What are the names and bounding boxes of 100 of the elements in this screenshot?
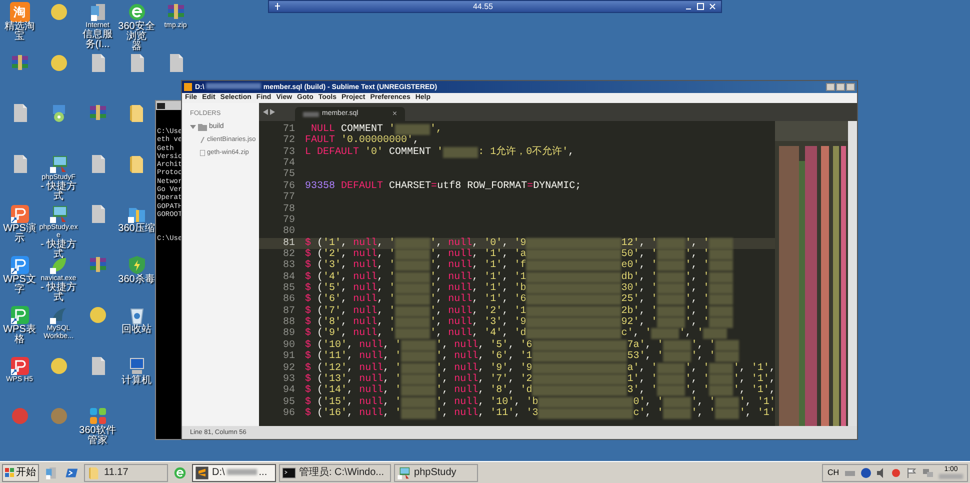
minimize-button[interactable] (826, 83, 835, 91)
taskbar-button[interactable]: phpStudy (394, 464, 478, 482)
sublime-icon (195, 466, 209, 480)
line-number: 94 (282, 385, 296, 397)
code-line: $ ('3', null, ' ', null, '1', 'f e0', ' ', ' (301, 260, 734, 272)
line-number: 78 (282, 204, 296, 215)
code-line: $ ('2', null, ' ', null, '1', 'a 50', ' ', ' (301, 248, 734, 260)
line-number: 80 (282, 226, 296, 238)
speaker-icon[interactable] (877, 468, 885, 478)
close-button[interactable] (846, 83, 855, 91)
line-number: 73 (282, 146, 296, 158)
right-arrow-icon[interactable] (270, 109, 275, 115)
pin-icon[interactable] (273, 2, 282, 11)
code-line: $ ('8', null, ' ', null, '3', '9 92', ' ', ' (301, 317, 734, 328)
browser-icon (126, 2, 146, 22)
line-number: 86 (282, 294, 296, 306)
zip-file-icon (200, 150, 205, 156)
blurred-date (939, 474, 963, 479)
code-line: $ ('16', null, ' ', null, '11', '3 c', ' ', ' ', '1' (304, 408, 775, 420)
line-number: 77 (282, 192, 296, 204)
code-line: $ ('6', null, ' ', null, '1', '6 25', ' ', ' (301, 294, 734, 306)
code-line: $ ('1', null, ' ', null, '0', '9 12', ' ', ' (301, 238, 734, 249)
line-number: 96 (282, 408, 296, 420)
clover-icon (88, 406, 108, 426)
monitor-app-icon (397, 466, 412, 480)
windows-flag-icon (5, 468, 15, 478)
icon-label: - 快捷方式 (39, 240, 78, 260)
icon-label: - 快捷方式 (39, 182, 78, 202)
code-line: $ ('15', null, ' ', null, '10', 'b 0', ' ', ' ', '1' (304, 396, 775, 408)
line-number: 79 (282, 214, 296, 226)
code-line: $ ('7', null, ' ', null, '2', '1 2b', ' ', ' (301, 306, 734, 318)
taskbar-button[interactable]: 管理员: C:\Windo... (279, 464, 392, 482)
line-number: 85 (282, 283, 296, 294)
code-line: L DEFAULT '0' COMMENT ' : 1允许，0不允许', (304, 146, 574, 158)
line-number: 93 (282, 374, 296, 385)
code-line: $ ('10', null, ' ', null, '5', '6 7a', ' ', ' (301, 340, 740, 352)
sublime-icon (184, 83, 192, 91)
code-line: $ ('13', null, ' ', null, '7', '2 1', ' ', ' ', '1', (304, 374, 775, 385)
icon-label: 计算机 (120, 376, 152, 386)
browser-icon (173, 466, 187, 480)
monitor-app-icon (48, 204, 68, 224)
script-file-icon (200, 137, 205, 144)
icon-label: 精选淘宝 (4, 22, 36, 42)
icon-label: WPS表格 (2, 325, 37, 345)
icon-label: WPS文字 (2, 274, 37, 294)
left-arrow-icon[interactable] (263, 109, 268, 115)
icon-label: 360杀毒 (117, 274, 156, 284)
maximize-button[interactable] (836, 83, 845, 91)
code-line: $ ('5', null, ' ', null, '1', 'b 30', ' ', ' (301, 283, 734, 294)
line-number: 81 (282, 238, 296, 249)
line-number: 75 (282, 169, 296, 181)
icon-label: 360压缩 (117, 224, 156, 234)
icon-label: 信息服务(I... (82, 30, 114, 50)
dolphin-icon (48, 305, 68, 325)
line-number: 88 (282, 317, 296, 328)
restore-icon[interactable] (696, 2, 705, 11)
language-indicator[interactable]: CH (827, 466, 839, 478)
taskbar-button[interactable]: 11.17 (84, 464, 168, 482)
start-button[interactable]: 开始 (2, 464, 39, 482)
archive-icon (88, 103, 108, 123)
line-number: 74 (282, 158, 296, 170)
code-line: $ ('12', null, ' ', null, '9', '9 a', ' ', ' ', '1', (304, 362, 775, 374)
code-line: 93358 DEFAULT CHARSET=utf8 ROW_FORMAT=DYNAMIC; (304, 180, 582, 192)
expanded-caret-icon[interactable] (190, 124, 196, 130)
icon-label: 器 (130, 42, 142, 52)
icon-label: WPS演示 (2, 224, 37, 244)
taskbar-button[interactable]: D:\ ... (192, 464, 276, 482)
line-number: 72 (282, 135, 296, 147)
code-line: $ ('9', null, ' ', null, '4', 'd c', ' ', ' (301, 328, 728, 340)
line-number: 71 (282, 124, 296, 135)
icon-label: 回收站 (120, 325, 152, 335)
server-icon (44, 466, 58, 480)
line-number: 95 (282, 396, 296, 408)
archive-icon (166, 2, 186, 22)
close-icon[interactable] (708, 2, 717, 11)
help-icon[interactable] (861, 468, 871, 478)
console-icon (157, 102, 165, 108)
code-line: $ ('14', null, ' ', null, '8', 'd 3', ' ', ' ', '1', (304, 385, 775, 396)
icon-label: 360安全浏览 (117, 22, 156, 42)
line-number: 87 (282, 306, 296, 317)
line-number: 89 (282, 328, 296, 340)
tab-close[interactable]: × (392, 108, 397, 120)
line-number: 76 (282, 180, 296, 192)
code-line: $ ('4', null, ' ', null, '1', '1 db', ' ', ' (301, 272, 734, 284)
line-number: 92 (282, 362, 296, 374)
icon-label: 360软件管家 (78, 426, 117, 446)
line-number: 84 (282, 272, 296, 283)
archive-icon (10, 52, 30, 72)
monitor-app-icon (48, 154, 68, 174)
console-icon (282, 466, 296, 480)
flag-icon[interactable] (907, 468, 917, 478)
network-icon[interactable] (923, 468, 933, 478)
line-number: 83 (282, 260, 296, 272)
line-number: 91 (282, 351, 296, 363)
folder-icon (198, 124, 207, 130)
app-tile-icon: 淘 (10, 2, 30, 22)
line-number: 90 (282, 340, 296, 351)
folder-icon (87, 466, 101, 480)
code-line: $ ('11', null, ' ', null, '6', '1 53', ' ', ' (301, 351, 740, 363)
scrollbar[interactable] (848, 121, 857, 426)
